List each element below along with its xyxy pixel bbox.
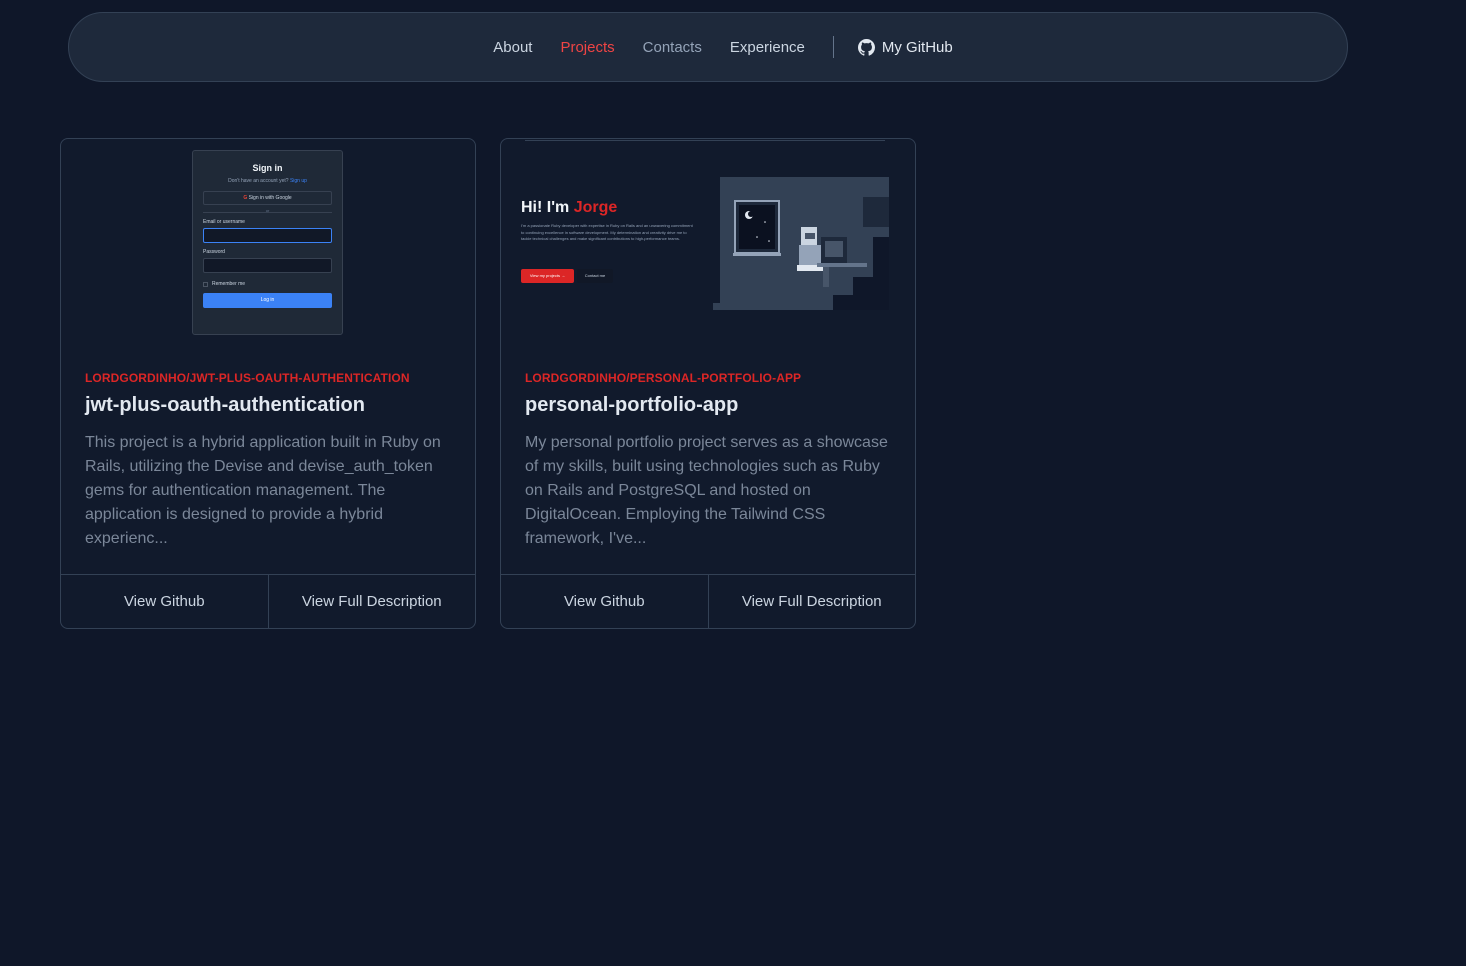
login-button: Log in — [203, 293, 332, 308]
nav-divider — [832, 36, 834, 58]
remember-label: Remember me — [212, 281, 246, 287]
email-field — [203, 228, 332, 243]
nav-experience[interactable]: Experience — [730, 39, 805, 56]
view-full-description-button[interactable]: View Full Description — [707, 575, 916, 628]
nav-projects[interactable]: Projects — [560, 39, 614, 56]
hero-prefix: Hi! I'm — [521, 199, 574, 216]
card-actions: View Github View Full Description — [61, 574, 475, 628]
signin-subtitle: Don't have an account yet? Sign up — [193, 178, 342, 184]
portfolio-hero-heading: Hi! I'm Jorge — [521, 199, 617, 217]
signin-preview: Sign in Don't have an account yet? Sign … — [192, 150, 343, 335]
top-navbar: About Projects Contacts Experience My Gi… — [68, 12, 1348, 82]
view-full-description-button[interactable]: View Full Description — [267, 575, 476, 628]
preview-top-border — [525, 139, 885, 141]
checkbox-icon — [203, 281, 208, 287]
view-github-button[interactable]: View Github — [501, 575, 708, 628]
project-title: jwt-plus-oauth-authentication — [85, 394, 365, 416]
github-link-label: My GitHub — [881, 38, 953, 56]
github-icon — [857, 38, 875, 56]
remember-me: Remember me — [203, 281, 332, 287]
card-body: LORDGORDINHO/JWT-PLUS-OAUTH-AUTHENTICATI… — [85, 371, 451, 551]
email-label: Email or username — [203, 219, 245, 225]
repo-path: LORDGORDINHO/PERSONAL-PORTFOLIO-APP — [525, 371, 802, 385]
signin-subtitle-text: Don't have an account yet? — [228, 178, 289, 184]
signin-title: Sign in — [252, 163, 283, 173]
project-preview-image[interactable]: Sign in Don't have an account yet? Sign … — [61, 139, 475, 349]
or-divider: or — [203, 208, 332, 213]
view-github-button[interactable]: View Github — [61, 575, 268, 628]
card-body: LORDGORDINHO/PERSONAL-PORTFOLIO-APP pers… — [525, 371, 891, 551]
hero-name: Jorge — [573, 199, 618, 216]
project-description: This project is a hybrid application bui… — [85, 434, 441, 547]
project-description: My personal portfolio project serves as … — [525, 434, 888, 547]
password-label: Password — [203, 249, 225, 255]
pixel-art-illustration — [713, 177, 889, 310]
google-signin-label: Sign in with Google — [248, 195, 292, 201]
nav-contacts[interactable]: Contacts — [643, 39, 702, 56]
project-title: personal-portfolio-app — [525, 394, 739, 416]
nav-links: About Projects Contacts Experience My Gi… — [479, 36, 953, 58]
portfolio-hero-text: I'm a passionate Ruby developer with exp… — [521, 223, 693, 241]
project-card-portfolio: Hi! I'm Jorge I'm a passionate Ruby deve… — [500, 138, 916, 629]
repo-path: LORDGORDINHO/JWT-PLUS-OAUTH-AUTHENTICATI… — [85, 371, 410, 385]
card-actions: View Github View Full Description — [501, 574, 915, 628]
password-field — [203, 258, 332, 273]
github-link[interactable]: My GitHub — [857, 38, 953, 56]
project-card-jwt: Sign in Don't have an account yet? Sign … — [60, 138, 476, 629]
google-icon: G — [243, 195, 248, 201]
signup-link: Sign up — [289, 178, 307, 184]
portfolio-primary-button: View my projects → — [521, 269, 574, 283]
portfolio-secondary-button: Contact me — [577, 269, 613, 283]
project-preview-image[interactable]: Hi! I'm Jorge I'm a passionate Ruby deve… — [501, 139, 915, 349]
nav-about[interactable]: About — [493, 39, 532, 56]
google-signin-button: G Sign in with Google — [203, 191, 332, 205]
